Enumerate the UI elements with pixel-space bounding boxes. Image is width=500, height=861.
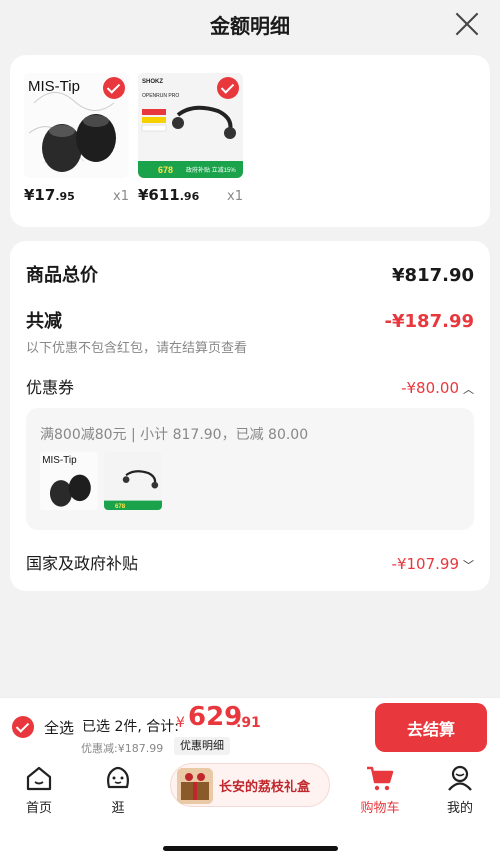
product-item[interactable]: MIS-Tip ¥17.95 x1 bbox=[24, 73, 129, 204]
check-icon[interactable] bbox=[217, 77, 239, 99]
product-brand: SHOKZ bbox=[142, 79, 163, 85]
gift-box-icon bbox=[177, 768, 213, 804]
chevron-down-icon[interactable]: ﹀ bbox=[463, 559, 474, 572]
reduce-value: -¥187.99 bbox=[384, 311, 474, 332]
selected-count: 已选 2件, 合计: bbox=[82, 719, 179, 735]
product-qty: x1 bbox=[227, 189, 243, 204]
product-brand: MIS-Tip bbox=[28, 78, 80, 95]
tab-home[interactable]: 首页 bbox=[9, 763, 69, 816]
checkout-button[interactable]: 去结算 bbox=[375, 703, 487, 752]
chevron-up-icon[interactable]: ︿ bbox=[463, 383, 474, 396]
reduce-note: 以下优惠不包含红包，请在结算页查看 bbox=[26, 341, 248, 356]
promo-banner[interactable]: 长安的荔枝礼盒 bbox=[170, 763, 330, 807]
tab-browse-label: 逛 bbox=[111, 801, 125, 816]
product-model: OPENRUN PRO bbox=[142, 93, 179, 99]
browse-icon bbox=[103, 763, 133, 793]
subsidy-row[interactable]: 国家及政府补贴 -¥107.99 ﹀ bbox=[26, 550, 474, 574]
tab-mine-label: 我的 bbox=[446, 801, 473, 816]
promo-text: 政府补贴 立减15% bbox=[186, 166, 236, 174]
subsidy-value: -¥107.99 bbox=[391, 555, 459, 573]
tab-cart[interactable]: 购物车 bbox=[350, 763, 410, 816]
svg-text:MIS-Tip: MIS-Tip bbox=[42, 455, 77, 466]
coupon-row[interactable]: 优惠券 -¥80.00 ︿ bbox=[26, 374, 474, 398]
home-indicator bbox=[163, 846, 338, 851]
product-image: SHOKZ OPENRUN PRO 678 政府补贴 立减15% bbox=[138, 73, 243, 178]
select-all-label[interactable]: 全选 bbox=[44, 717, 74, 738]
coupon-thumbs: MIS-Tip 678 bbox=[40, 452, 162, 510]
coupon-detail-text: 满800减80元 | 小计 817.90，已减 80.00 bbox=[40, 427, 309, 443]
close-icon[interactable] bbox=[454, 11, 480, 37]
subsidy-value-wrap: -¥107.99 ﹀ bbox=[392, 554, 474, 573]
total-value: ¥817.90 bbox=[392, 265, 474, 286]
svg-text:678: 678 bbox=[115, 504, 126, 510]
subsidy-label: 国家及政府补贴 bbox=[26, 554, 139, 573]
promo-price: 678 bbox=[158, 165, 173, 175]
coupon-detail-box: 满800减80元 | 小计 817.90，已减 80.00 MIS-Tip 67… bbox=[26, 408, 474, 530]
total-amount: 629 bbox=[188, 702, 243, 732]
coupon-value: -¥80.00 bbox=[401, 379, 459, 397]
reduce-label: 共减 bbox=[26, 311, 62, 332]
discount-detail-button[interactable]: 优惠明细 bbox=[174, 737, 230, 755]
user-icon bbox=[445, 763, 475, 793]
tab-browse[interactable]: 逛 bbox=[88, 763, 148, 816]
header: 金额明细 bbox=[0, 0, 500, 50]
coupon-product-thumb: 678 bbox=[104, 452, 162, 510]
cart-icon bbox=[365, 763, 395, 793]
coupon-product-thumb: MIS-Tip bbox=[40, 452, 98, 510]
products-card: MIS-Tip ¥17.95 x1 SHOKZ OPENRUN PRO 678 bbox=[10, 55, 490, 227]
reduce-row: 共减 -¥187.99 bbox=[26, 307, 474, 333]
tab-home-label: 首页 bbox=[25, 801, 52, 816]
promo-text: 长安的荔枝礼盒 bbox=[219, 780, 311, 795]
select-all-checkbox[interactable] bbox=[12, 716, 34, 738]
tab-cart-label: 购物车 bbox=[360, 801, 400, 816]
coupon-label: 优惠券 bbox=[26, 378, 75, 397]
tab-mine[interactable]: 我的 bbox=[430, 763, 490, 816]
details-card: 商品总价 ¥817.90 共减 -¥187.99 以下优惠不包含红包，请在结算页… bbox=[10, 241, 490, 591]
saved-amount: 优惠减:¥187.99 bbox=[81, 742, 164, 755]
check-icon[interactable] bbox=[103, 77, 125, 99]
total-row: 商品总价 ¥817.90 bbox=[26, 261, 474, 287]
product-qty: x1 bbox=[113, 189, 129, 204]
product-price: ¥17.95 bbox=[24, 186, 75, 204]
page-title: 金额明细 bbox=[210, 14, 290, 38]
coupon-value-wrap: -¥80.00 ︿ bbox=[401, 378, 474, 397]
total-label: 商品总价 bbox=[26, 265, 98, 286]
product-item[interactable]: SHOKZ OPENRUN PRO 678 政府补贴 立减15% ¥611.96… bbox=[138, 73, 243, 204]
product-price: ¥611.96 bbox=[138, 186, 200, 204]
total-currency: ¥ bbox=[176, 715, 185, 731]
total-amount-decimal: .91 bbox=[236, 715, 261, 731]
tab-bar: 首页 逛 长安的荔枝礼盒 购物车 我的 bbox=[0, 757, 500, 861]
product-image: MIS-Tip bbox=[24, 73, 129, 178]
checkout-bar: 全选 已选 2件, 合计: ¥ 629 .91 优惠减:¥187.99 优惠明细… bbox=[0, 697, 500, 757]
home-icon bbox=[24, 763, 54, 793]
